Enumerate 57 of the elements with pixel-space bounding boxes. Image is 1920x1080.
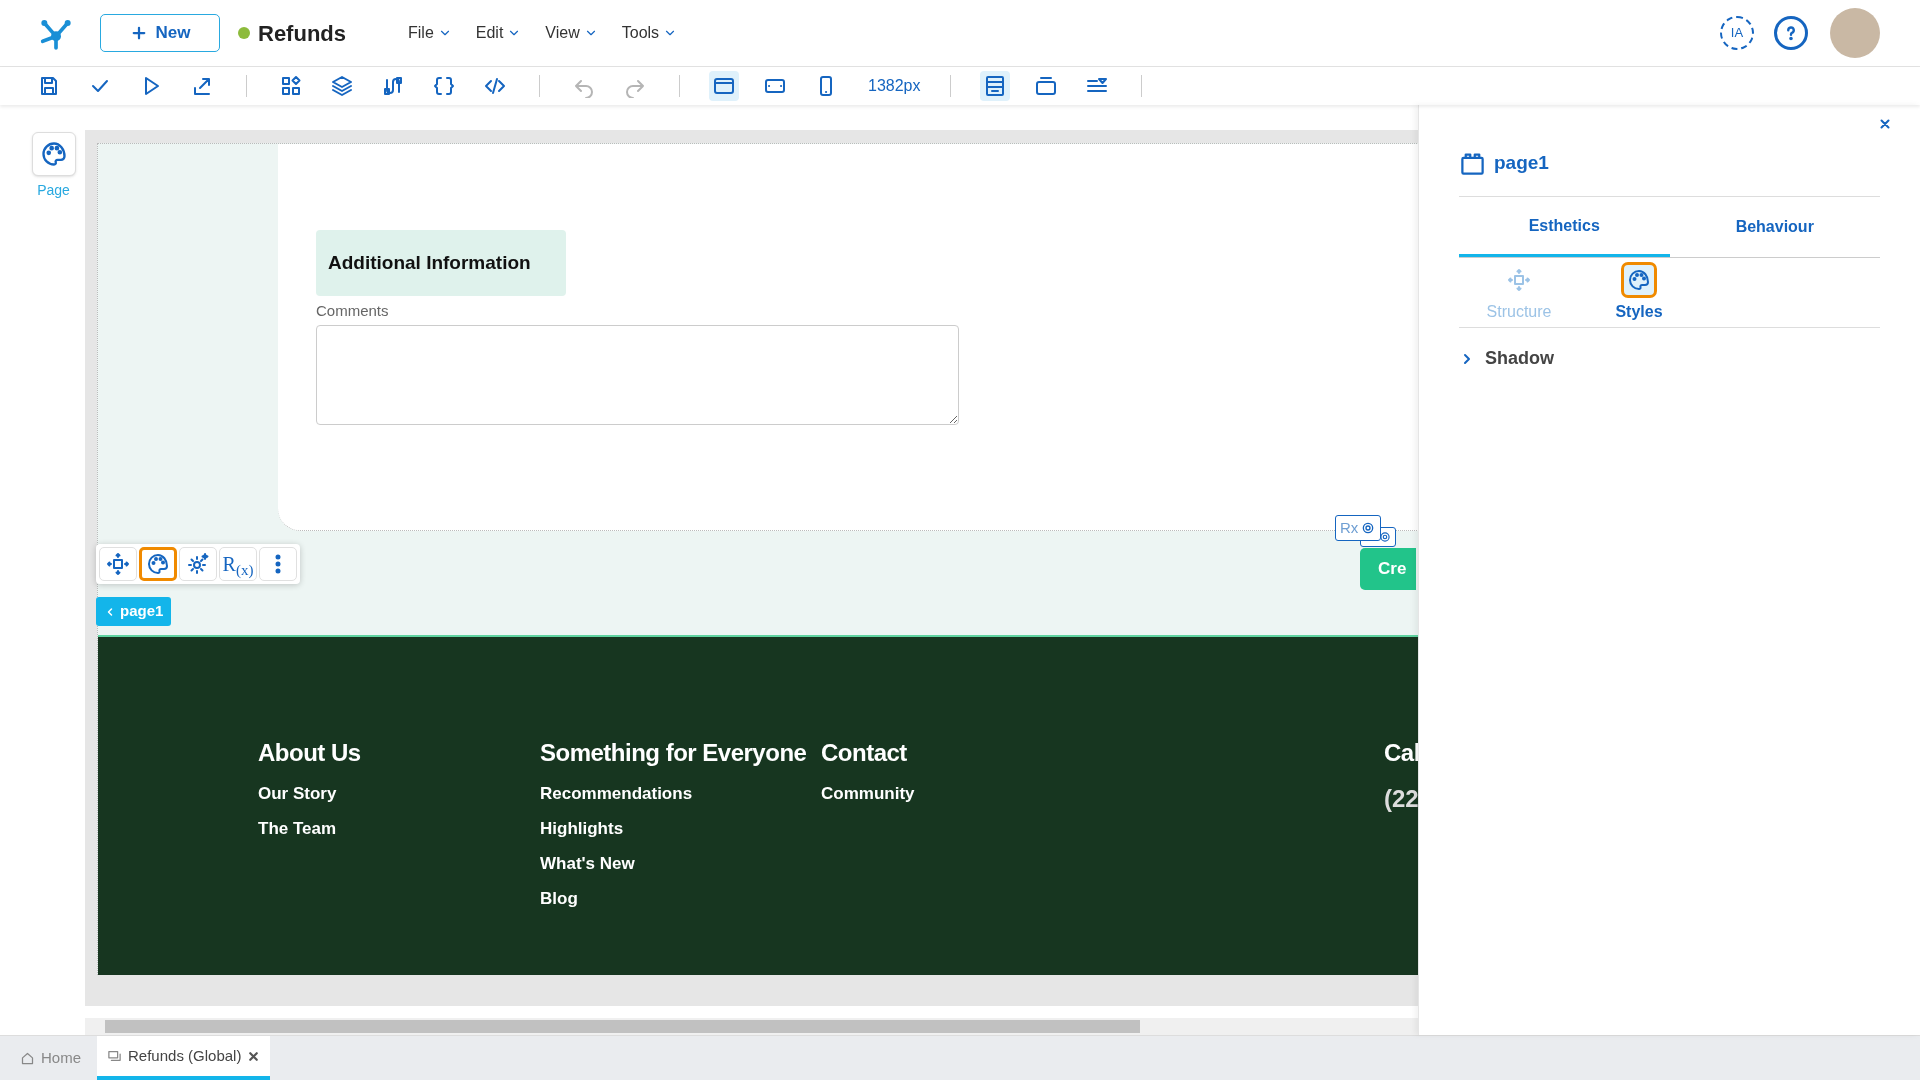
new-button[interactable]: New (100, 14, 220, 52)
footer-link[interactable]: Recommendations (540, 782, 821, 806)
footer-link[interactable]: Blog (540, 887, 821, 911)
footer-heading: About Us (258, 738, 362, 768)
page-style-button[interactable] (31, 132, 76, 176)
components-icon (279, 74, 303, 98)
footer-link[interactable]: What's New (540, 852, 821, 876)
container-icon (1033, 74, 1058, 98)
more-vertical-icon (275, 554, 281, 574)
braces-icon (432, 74, 456, 98)
target-icon (1378, 530, 1392, 544)
layers-icon (330, 74, 354, 98)
move-icon (106, 552, 130, 576)
panel-title: page1 (1494, 150, 1549, 175)
section-header: Additional Information (316, 230, 566, 296)
close-button[interactable] (1878, 117, 1892, 131)
gear-icon (186, 552, 210, 576)
menu-item[interactable]: Edit (475, 21, 522, 45)
footer-heading: Something for Everyone (540, 738, 808, 768)
width-label: 1382px (868, 76, 921, 96)
panel-subtab[interactable]: Styles (1589, 261, 1689, 324)
component-tool[interactable]: R$_{(x)}$ (219, 547, 257, 581)
move-icon (1507, 267, 1531, 292)
footer-link[interactable]: Highlights (540, 817, 821, 841)
menu-item[interactable]: View (545, 21, 598, 45)
window-icon (107, 1048, 122, 1064)
close-icon (1878, 117, 1892, 131)
rx-badge: Rx (1335, 515, 1382, 541)
ai-button[interactable]: IA (1720, 16, 1754, 50)
section-expander[interactable]: Shadow (1459, 345, 1554, 372)
flow-icon (381, 74, 405, 98)
help-button[interactable] (1774, 16, 1808, 50)
footer-link[interactable]: Community (821, 782, 1384, 806)
close-icon[interactable] (247, 1049, 261, 1063)
document-title: Refunds (258, 19, 346, 48)
footer-link[interactable]: Our Story (258, 782, 540, 806)
component-tool[interactable] (139, 547, 177, 581)
panel-tab[interactable]: Behaviour (1669, 197, 1880, 257)
scrollbar-thumb[interactable] (105, 1020, 1140, 1034)
palette-icon (146, 552, 170, 576)
footer-link[interactable]: The Team (258, 817, 540, 841)
palette-icon (1627, 267, 1651, 292)
home-icon (20, 1050, 35, 1066)
horizontal-scrollbar[interactable] (85, 1018, 1418, 1035)
document-tab[interactable]: Refunds (Global) (97, 1036, 271, 1080)
footer-heading: Cal (1384, 738, 1418, 768)
menu-item[interactable]: File (408, 21, 452, 45)
panel-tab[interactable]: Esthetics (1459, 197, 1670, 257)
footer-heading: Contact (821, 738, 908, 768)
palette-icon (39, 140, 68, 168)
menu-item[interactable]: Tools (621, 21, 678, 45)
desktop-view-button[interactable] (709, 71, 739, 101)
page-layout-button[interactable] (979, 71, 1010, 101)
comments-field[interactable] (316, 324, 959, 425)
field-label: Comments (316, 301, 390, 321)
footer-text: (22 (1384, 784, 1418, 814)
rail-label: Page (37, 181, 70, 200)
